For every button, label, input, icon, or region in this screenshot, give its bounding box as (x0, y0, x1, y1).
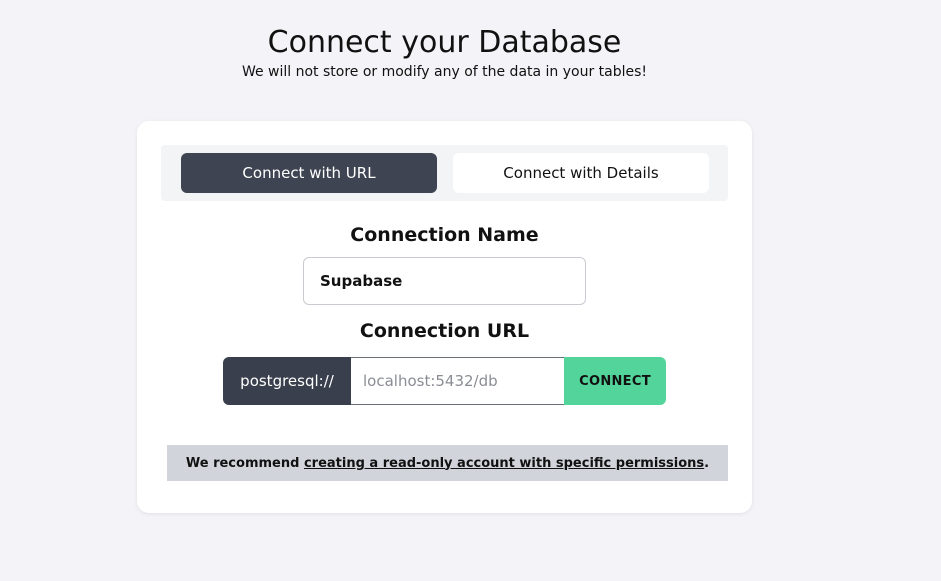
page-title: Connect your Database (267, 25, 622, 60)
notice-prefix: We recommend (185, 455, 304, 471)
tab-connect-with-details[interactable]: Connect with Details (453, 153, 709, 193)
connection-card: Connect with URL Connect with Details Co… (137, 121, 752, 513)
connection-url-label: Connection URL (359, 320, 530, 342)
page-header: Connect your Database We will not store … (0, 24, 889, 82)
connection-url-row: postgresql:// CONNECT (223, 357, 666, 405)
connection-name-input[interactable] (303, 257, 586, 305)
connection-name-label: Connection Name (350, 224, 539, 246)
connect-button[interactable]: CONNECT (564, 357, 666, 405)
connection-url-input[interactable] (351, 357, 564, 405)
notice-suffix: . (704, 455, 710, 471)
connection-tabs: Connect with URL Connect with Details (161, 145, 728, 201)
recommendation-notice: We recommend creating a read-only accoun… (165, 445, 728, 481)
tab-connect-with-url[interactable]: Connect with URL (181, 153, 437, 193)
page-subtitle: We will not store or modify any of the d… (241, 64, 648, 80)
read-only-account-link[interactable]: creating a read-only account with specif… (304, 456, 704, 471)
url-protocol-prefix: postgresql:// (223, 357, 351, 405)
